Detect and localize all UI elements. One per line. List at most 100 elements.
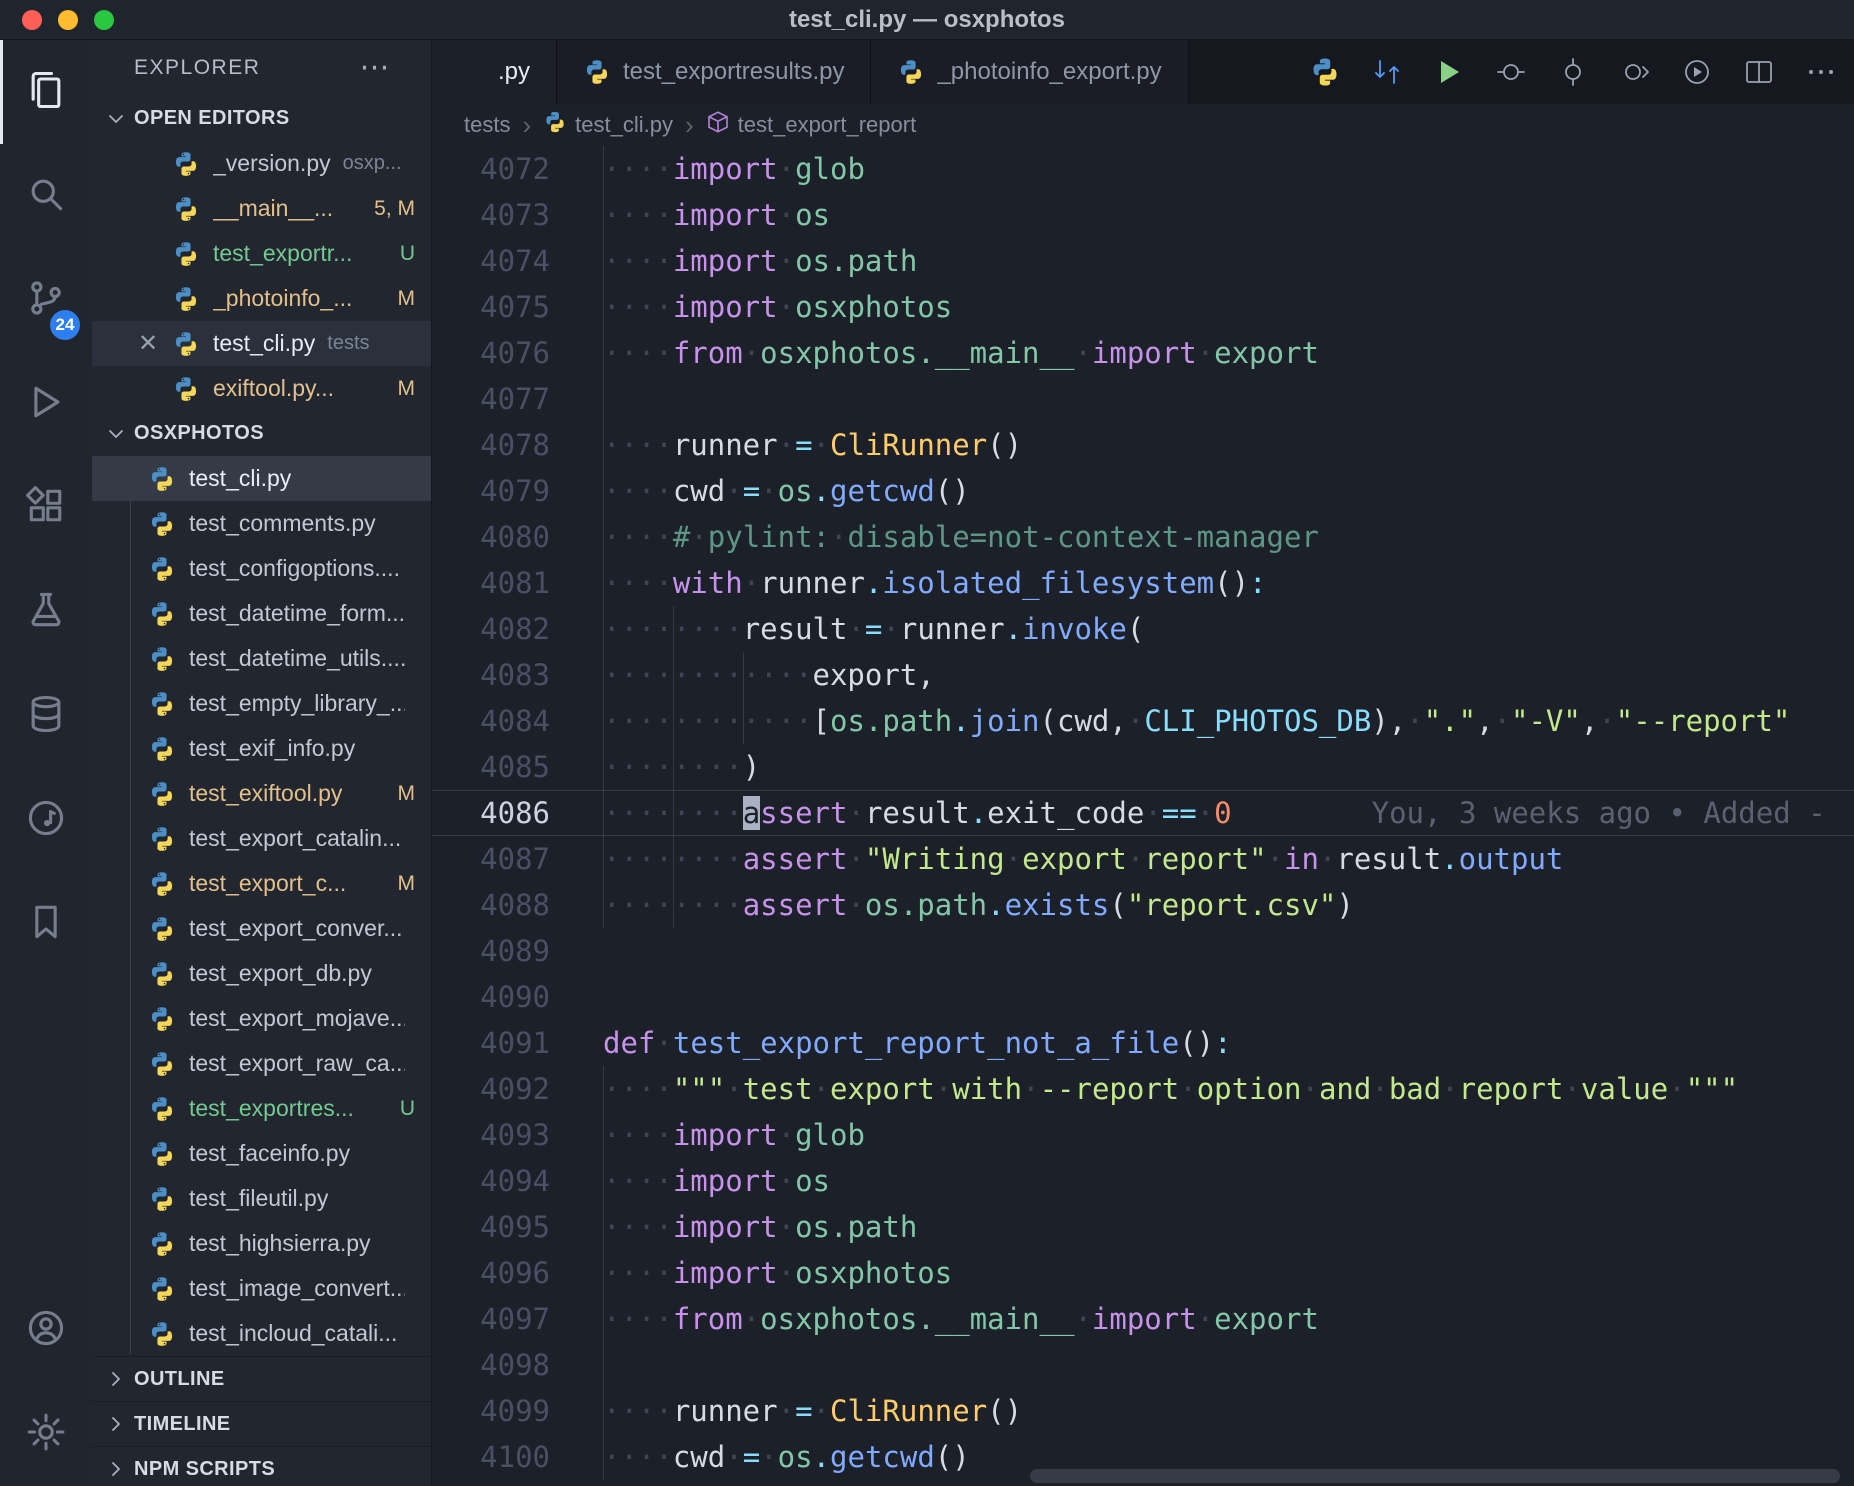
line-number[interactable]: 4090 xyxy=(432,974,550,1020)
line-number[interactable]: 4092 xyxy=(432,1066,550,1112)
code-line[interactable]: 4075····import·osxphotos xyxy=(432,284,1854,330)
file-tree-item[interactable]: test_cli.py xyxy=(92,456,431,501)
code-line[interactable]: 4091def·test_export_report_not_a_file(): xyxy=(432,1020,1854,1066)
more-actions-button[interactable] xyxy=(1804,55,1838,89)
horizontal-scrollbar[interactable] xyxy=(1030,1469,1840,1483)
code-line[interactable]: 4080····#·pylint:·disable=not-context-ma… xyxy=(432,514,1854,560)
database-activity-button[interactable] xyxy=(0,664,92,768)
line-number[interactable]: 4082 xyxy=(432,606,550,652)
file-tree-item[interactable]: test_faceinfo.py xyxy=(92,1131,431,1176)
run-debug-activity-button[interactable] xyxy=(0,352,92,456)
bookmarks-activity-button[interactable] xyxy=(0,872,92,976)
run-below-icon[interactable] xyxy=(1618,55,1652,89)
code-line[interactable]: 4079····cwd·=·os.getcwd() xyxy=(432,468,1854,514)
line-number[interactable]: 4100 xyxy=(432,1434,550,1480)
line-number[interactable]: 4095 xyxy=(432,1204,550,1250)
run-cell-icon[interactable] xyxy=(1494,55,1528,89)
explorer-more-actions-icon[interactable]: ⋯ xyxy=(360,53,392,83)
accounts-button[interactable] xyxy=(0,1278,92,1382)
code-line[interactable]: 4078····runner·=·CliRunner() xyxy=(432,422,1854,468)
line-number[interactable]: 4073 xyxy=(432,192,550,238)
file-tree-item[interactable]: test_empty_library_... xyxy=(92,681,431,726)
open-editors-section-header[interactable]: OPEN EDITORS xyxy=(92,96,431,141)
breadcrumb-folder[interactable]: tests xyxy=(464,112,510,138)
file-tree-item[interactable]: test_incloud_catali... xyxy=(92,1311,431,1356)
line-number[interactable]: 4094 xyxy=(432,1158,550,1204)
code-line[interactable]: 4096····import·osxphotos xyxy=(432,1250,1854,1296)
line-number[interactable]: 4080 xyxy=(432,514,550,560)
line-number[interactable]: 4081 xyxy=(432,560,550,606)
file-tree-item[interactable]: test_export_c... M xyxy=(92,861,431,906)
run-or-debug-menu-icon[interactable] xyxy=(1680,55,1714,89)
line-number[interactable]: 4084 xyxy=(432,698,550,744)
osxphotos-section-header[interactable]: OSXPHOTOS xyxy=(92,411,431,456)
file-tree-item[interactable]: test_image_convert... xyxy=(92,1266,431,1311)
code-line[interactable]: 4076····from·osxphotos.__main__·import·e… xyxy=(432,330,1854,376)
file-tree-item[interactable]: test_export_mojave... xyxy=(92,996,431,1041)
search-activity-button[interactable] xyxy=(0,144,92,248)
line-number[interactable]: 4096 xyxy=(432,1250,550,1296)
breadcrumb-file[interactable]: test_cli.py xyxy=(543,110,673,140)
open-changes-icon[interactable] xyxy=(1370,55,1404,89)
line-number[interactable]: 4078 xyxy=(432,422,550,468)
code-line[interactable]: 4087········assert·"Writing·export·repor… xyxy=(432,836,1854,882)
code-line[interactable]: 4097····from·osxphotos.__main__·import·e… xyxy=(432,1296,1854,1342)
open-editor-item[interactable]: ✕ _photoinfo_... M xyxy=(92,276,431,321)
file-tree-item[interactable]: test_comments.py xyxy=(92,501,431,546)
file-tree-item[interactable]: test_configoptions.... xyxy=(92,546,431,591)
code-line[interactable]: 4093····import·glob xyxy=(432,1112,1854,1158)
line-number[interactable]: 4075 xyxy=(432,284,550,330)
run-above-icon[interactable] xyxy=(1556,55,1590,89)
editor-tab[interactable]: test_exportresults.py xyxy=(557,40,871,104)
line-number[interactable]: 4083 xyxy=(432,652,550,698)
line-number[interactable]: 4098 xyxy=(432,1342,550,1388)
editor-tab[interactable]: _photoinfo_export.py xyxy=(871,40,1188,104)
collapsed-section-header[interactable]: TIMELINE xyxy=(92,1401,431,1446)
breadcrumb-symbol[interactable]: test_export_report xyxy=(706,110,917,140)
open-editor-item[interactable]: ✕ __main__... 5, M xyxy=(92,186,431,231)
zoom-window-button[interactable] xyxy=(94,10,114,30)
code-line[interactable]: 4099····runner·=·CliRunner() xyxy=(432,1388,1854,1434)
code-line[interactable]: 4098 xyxy=(432,1342,1854,1388)
split-editor-button[interactable] xyxy=(1742,55,1776,89)
code-line[interactable]: 4090 xyxy=(432,974,1854,1020)
testing-activity-button[interactable] xyxy=(0,560,92,664)
line-number[interactable]: 4091 xyxy=(432,1020,550,1066)
code-line[interactable]: 4089 xyxy=(432,928,1854,974)
explorer-activity-button[interactable] xyxy=(0,40,92,144)
file-tree-item[interactable]: test_export_raw_ca... xyxy=(92,1041,431,1086)
code-line[interactable]: 4074····import·os.path xyxy=(432,238,1854,284)
run-file-button[interactable] xyxy=(1432,55,1466,89)
file-tree-item[interactable]: test_export_db.py xyxy=(92,951,431,996)
line-number[interactable]: 4086 xyxy=(432,790,550,836)
line-number[interactable]: 4097 xyxy=(432,1296,550,1342)
collapsed-section-header[interactable]: NPM SCRIPTS xyxy=(92,1446,431,1486)
collapsed-section-header[interactable]: OUTLINE xyxy=(92,1356,431,1401)
open-editor-item[interactable]: ✕ test_exportr... U xyxy=(92,231,431,276)
code-editor[interactable]: 4072····import·glob4073····import·os4074… xyxy=(432,146,1854,1486)
line-number[interactable]: 4093 xyxy=(432,1112,550,1158)
editor-tab[interactable]: .py xyxy=(432,40,557,104)
code-line[interactable]: 4084············[os.path.join(cwd,·CLI_P… xyxy=(432,698,1854,744)
code-line[interactable]: 4077 xyxy=(432,376,1854,422)
file-tree-item[interactable]: test_export_conver... xyxy=(92,906,431,951)
close-editor-icon[interactable]: ✕ xyxy=(138,329,172,358)
settings-button[interactable] xyxy=(0,1382,92,1486)
python-interpreter-icon[interactable] xyxy=(1308,55,1342,89)
file-tree-item[interactable]: test_datetime_form... xyxy=(92,591,431,636)
line-number[interactable]: 4072 xyxy=(432,146,550,192)
line-number[interactable]: 4087 xyxy=(432,836,550,882)
file-tree-item[interactable]: test_highsierra.py xyxy=(92,1221,431,1266)
code-line[interactable]: 4083············export, xyxy=(432,652,1854,698)
line-number[interactable]: 4099 xyxy=(432,1388,550,1434)
extensions-activity-button[interactable] xyxy=(0,456,92,560)
code-line[interactable]: 4081····with·runner.isolated_filesystem(… xyxy=(432,560,1854,606)
line-number[interactable]: 4088 xyxy=(432,882,550,928)
source-control-activity-button[interactable]: 24 xyxy=(0,248,92,352)
line-number[interactable]: 4077 xyxy=(432,376,550,422)
line-number[interactable]: 4074 xyxy=(432,238,550,284)
code-line[interactable]: 4086········assert·result.exit_code·==·0… xyxy=(432,790,1854,836)
file-tree-item[interactable]: test_fileutil.py xyxy=(92,1176,431,1221)
code-line[interactable]: 4082········result·=·runner.invoke( xyxy=(432,606,1854,652)
music-extension-activity-button[interactable] xyxy=(0,768,92,872)
